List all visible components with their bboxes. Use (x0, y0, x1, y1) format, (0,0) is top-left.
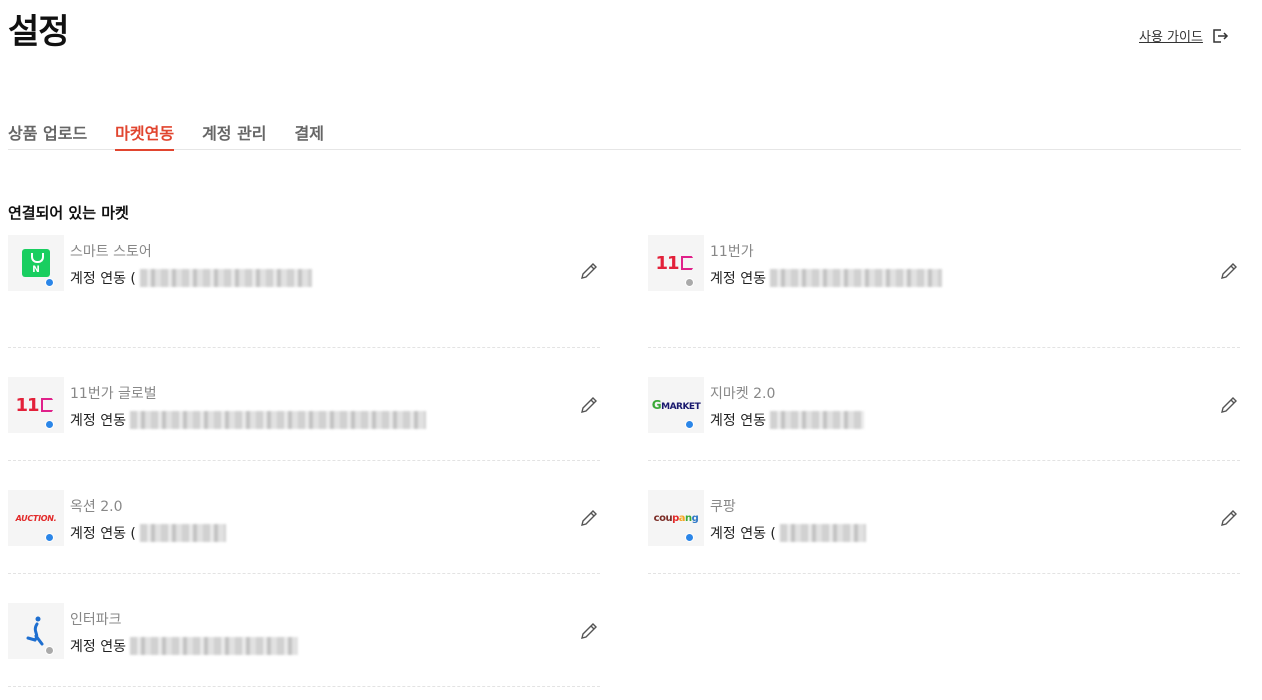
account-link-status: 계정 연동 ( (710, 523, 866, 543)
section-title: 연결되어 있는 마켓 (8, 204, 129, 222)
account-link-label: 계정 연동 (70, 413, 126, 429)
account-link-label: 계정 연동 (710, 413, 766, 429)
market-card-interpark: 인터파크 계정 연동 (8, 574, 600, 687)
edit-pencil-icon[interactable] (578, 620, 600, 642)
market-name: 11번가 (710, 244, 754, 260)
account-link-status: 계정 연동 (710, 410, 864, 430)
auction-logo-text: AUCTION. (15, 513, 57, 523)
11st-tag-shape (680, 256, 697, 270)
user-guide-label: 사용 가이드 (1139, 30, 1203, 45)
11st-icon: 11 (648, 235, 704, 291)
market-card-smartstore: N 스마트 스토어 계정 연동 ( (8, 235, 600, 348)
11st-logo-text: 11 (15, 394, 39, 416)
11st-tag-shape (40, 398, 57, 412)
redacted-account-id (779, 524, 866, 542)
account-link-label: 계정 연동 ( (70, 526, 136, 542)
market-name: 쿠팡 (710, 499, 736, 515)
status-dot (45, 646, 54, 655)
11st-logo-text: 11 (655, 252, 679, 274)
coupang-logo-part: cou (653, 512, 673, 524)
edit-pencil-icon[interactable] (578, 394, 600, 416)
account-link-status: 계정 연동 (70, 410, 426, 430)
edit-pencil-icon[interactable] (1218, 394, 1240, 416)
gmarket-logo-g: G (651, 398, 662, 412)
tab-payment[interactable]: 결제 (295, 118, 324, 150)
status-dot (45, 420, 54, 429)
redacted-account-id (139, 269, 312, 287)
market-card-coupang: coupang 쿠팡 계정 연동 ( (648, 461, 1240, 574)
edit-pencil-icon[interactable] (578, 507, 600, 529)
naver-logo: N (22, 249, 50, 277)
market-card-11st: 11 11번가 계정 연동 (648, 235, 1240, 348)
status-dot (685, 420, 694, 429)
naver-smartstore-icon: N (8, 235, 64, 291)
user-guide-link[interactable]: 사용 가이드 (1139, 26, 1229, 45)
edit-pencil-icon[interactable] (1218, 507, 1240, 529)
market-name: 인터파크 (70, 612, 122, 628)
market-name: 지마켓 2.0 (710, 386, 776, 402)
status-dot (45, 278, 54, 287)
account-link-status: 계정 연동 (70, 636, 298, 656)
edit-pencil-icon[interactable] (578, 260, 600, 282)
market-card-auction: AUCTION. 옥션 2.0 계정 연동 ( (8, 461, 600, 574)
interpark-icon (8, 603, 64, 659)
account-link-label: 계정 연동 (710, 271, 766, 287)
gmarket-logo-text: MARKET (661, 402, 701, 412)
account-link-status: 계정 연동 (710, 268, 942, 288)
account-link-label: 계정 연동 (70, 639, 126, 655)
account-link-label: 계정 연동 ( (710, 526, 776, 542)
redacted-account-id (129, 411, 426, 429)
market-card-11st-global: 11 11번가 글로벌 계정 연동 (8, 348, 600, 461)
11st-global-icon: 11 (8, 377, 64, 433)
account-link-status: 계정 연동 ( (70, 268, 312, 288)
coupang-icon: coupang (648, 490, 704, 546)
gmarket-icon: GMARKET (648, 377, 704, 433)
market-name: 스마트 스토어 (70, 244, 152, 260)
coupang-logo-part: g (691, 512, 699, 524)
status-dot (685, 533, 694, 542)
coupang-logo-part: n (685, 512, 692, 524)
market-card-gmarket: GMARKET 지마켓 2.0 계정 연동 (648, 348, 1240, 461)
status-dot (685, 278, 694, 287)
status-dot (45, 533, 54, 542)
tab-account-management[interactable]: 계정 관리 (202, 118, 266, 150)
market-name: 옥션 2.0 (70, 499, 123, 515)
tab-product-upload[interactable]: 상품 업로드 (8, 118, 87, 150)
auction-icon: AUCTION. (8, 490, 64, 546)
redacted-account-id (139, 524, 226, 542)
account-link-label: 계정 연동 ( (70, 271, 136, 287)
edit-pencil-icon[interactable] (1218, 260, 1240, 282)
redacted-account-id (129, 637, 298, 655)
market-name: 11번가 글로벌 (70, 386, 157, 402)
interpark-logo (26, 616, 44, 646)
account-link-status: 계정 연동 ( (70, 523, 226, 543)
tab-market-link[interactable]: 마켓연동 (115, 118, 174, 151)
page-title: 설정 (8, 12, 70, 52)
redacted-account-id (769, 269, 942, 287)
redacted-account-id (769, 411, 864, 429)
settings-tabs: 상품 업로드 마켓연동 계정 관리 결제 (8, 118, 1241, 151)
coupang-logo-part: p (672, 512, 679, 524)
external-link-icon (1213, 28, 1228, 43)
